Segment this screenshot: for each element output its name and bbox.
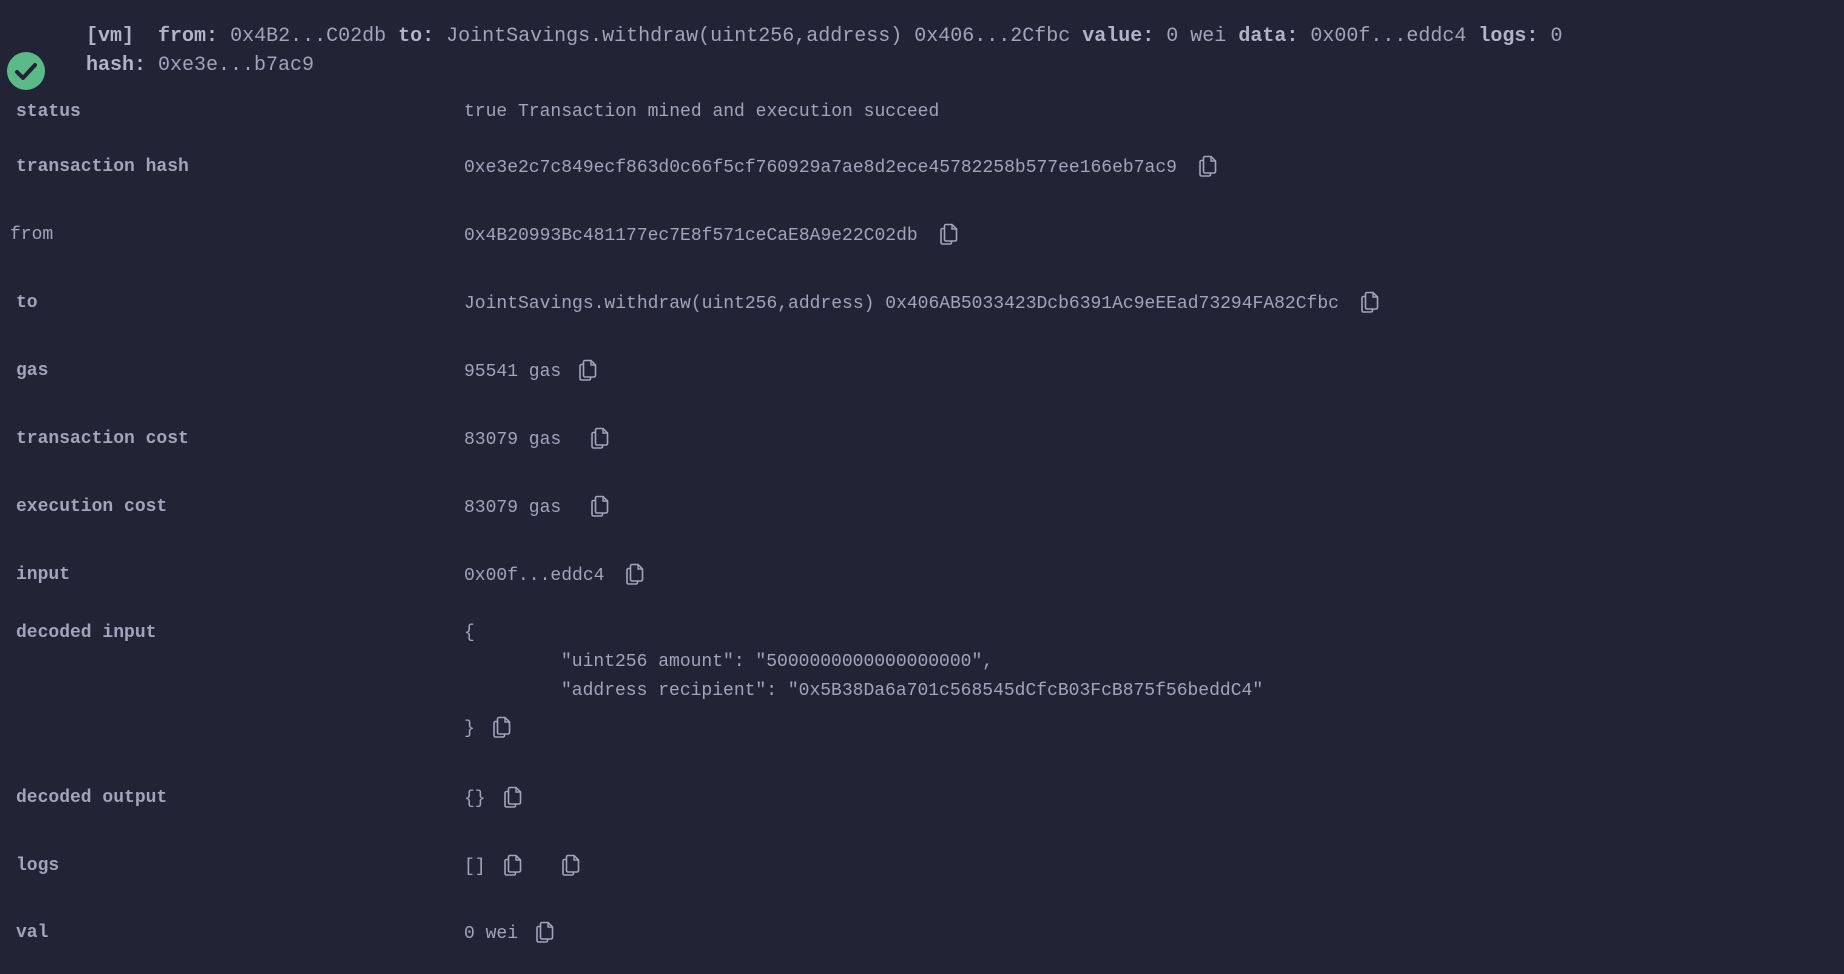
check-circle-icon	[7, 52, 45, 90]
copy-icon[interactable]	[940, 223, 958, 245]
from-short: 0x4B2...C02db	[230, 25, 387, 48]
input-label: input	[16, 565, 71, 585]
logs-key: logs:	[1478, 25, 1539, 48]
copy-icon[interactable]	[493, 716, 511, 738]
json-close-brace: }	[464, 719, 475, 739]
json-amount-line: "uint256 amount": "5000000000000000000",	[561, 652, 994, 672]
gas-label: gas	[16, 361, 49, 381]
data-key: data:	[1238, 25, 1299, 48]
execution-cost-label: execution cost	[16, 497, 168, 517]
logs-count: 0	[1550, 25, 1563, 48]
decoded-input-label: decoded input	[16, 623, 157, 643]
copy-icon[interactable]	[1361, 291, 1379, 313]
hash-key: hash:	[86, 54, 147, 77]
to-short: JointSavings.withdraw(uint256,address) 0…	[446, 25, 1071, 48]
transaction-hash-label: transaction hash	[16, 157, 189, 177]
json-open-brace: {	[464, 623, 475, 643]
copy-icon[interactable]	[591, 495, 609, 517]
to-value: JointSavings.withdraw(uint256,address) 0…	[464, 294, 1339, 314]
to-key: to:	[398, 25, 435, 48]
logs-value: []	[464, 857, 486, 877]
json-recipient-line: "address recipient": "0x5B38Da6a701c5685…	[561, 681, 1264, 701]
val-label: val	[16, 923, 49, 943]
logs-label: logs	[16, 856, 60, 876]
value-key: value:	[1082, 25, 1155, 48]
from-value: 0x4B20993Bc481177ec7E8f571ceCaE8A9e22C02…	[464, 226, 918, 246]
from-label: from	[10, 225, 54, 245]
transaction-hash-value: 0xe3e2c7c849ecf863d0c66f5cf760929a7ae8d2…	[464, 158, 1177, 178]
decoded-output-label: decoded output	[16, 788, 168, 808]
transaction-summary: [vm] from: 0x4B2...C02db to: JointSaving…	[86, 22, 1844, 80]
vm-tag: [vm]	[86, 25, 135, 48]
copy-icon[interactable]	[562, 854, 580, 876]
copy-icon[interactable]	[1199, 155, 1217, 177]
copy-icon[interactable]	[536, 921, 554, 943]
to-label: to	[16, 293, 38, 313]
data-short: 0x00f...eddc4	[1310, 25, 1467, 48]
status-value: true Transaction mined and execution suc…	[464, 102, 940, 122]
copy-icon[interactable]	[504, 854, 522, 876]
from-key: from:	[158, 25, 219, 48]
decoded-output-value: {}	[464, 789, 486, 809]
val-value: 0 wei	[464, 924, 519, 944]
transaction-cost-value: 83079 gas	[464, 430, 562, 450]
gas-value: 95541 gas	[464, 362, 562, 382]
copy-icon[interactable]	[591, 427, 609, 449]
execution-cost-value: 83079 gas	[464, 498, 562, 518]
status-label: status	[16, 102, 81, 122]
input-value: 0x00f...eddc4	[464, 566, 605, 586]
copy-icon[interactable]	[626, 563, 644, 585]
copy-icon[interactable]	[579, 359, 597, 381]
transaction-cost-label: transaction cost	[16, 429, 189, 449]
hash-short: 0xe3e...b7ac9	[158, 54, 315, 77]
transaction-summary-header[interactable]: [vm] from: 0x4B2...C02db to: JointSaving…	[0, 22, 1844, 90]
copy-icon[interactable]	[504, 786, 522, 808]
value-short: 0 wei	[1166, 25, 1227, 48]
